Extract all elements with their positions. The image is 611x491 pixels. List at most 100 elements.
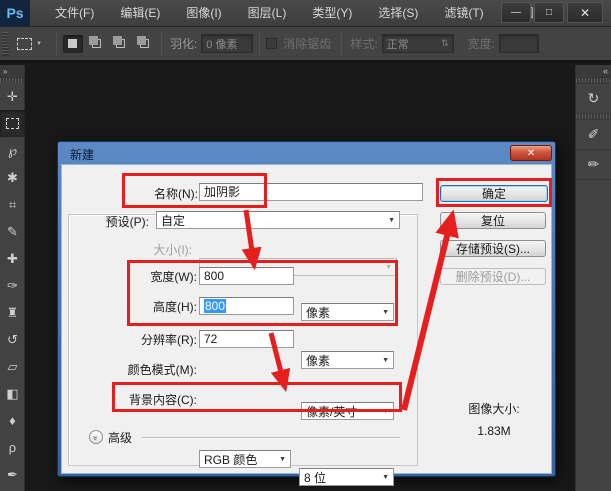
marquee-tool-icon: [17, 38, 32, 50]
name-label: 名称(N):: [118, 186, 198, 202]
add-to-selection-button[interactable]: [87, 35, 107, 53]
clone-stamp-icon: ♜: [7, 305, 19, 321]
resolution-unit-value: 像素/英寸: [306, 403, 357, 420]
image-size-value: 1.83M: [438, 424, 550, 438]
selected-text: 800: [204, 299, 226, 313]
preset-select[interactable]: 自定 ▼: [156, 211, 400, 229]
new-selection-button[interactable]: [63, 35, 83, 53]
tools-collapse-button[interactable]: »: [0, 65, 24, 78]
clone-stamp-tool[interactable]: ♜: [0, 299, 25, 326]
brush-panel-icon: ✐: [588, 126, 600, 143]
separator: [161, 32, 162, 56]
tool-options-bar: ▼ 羽化: 0 像素 消除锯齿 样式: 正常 ⇅ 宽度:: [0, 27, 611, 63]
eyedropper-tool[interactable]: ✎: [0, 218, 25, 245]
gradient-tool-icon: ◧: [6, 386, 18, 402]
healing-brush-tool[interactable]: ✚: [0, 245, 25, 272]
intersect-selection-icon: [140, 39, 149, 48]
name-input[interactable]: 加阴影: [199, 183, 423, 201]
add-to-selection-icon: [92, 39, 101, 48]
style-label: 样式:: [350, 35, 377, 52]
lasso-tool-icon: ℘: [8, 143, 17, 159]
height-label: 高度(H):: [104, 299, 197, 315]
lasso-tool[interactable]: ℘: [0, 137, 25, 164]
height-unit-select[interactable]: 像素 ▼: [301, 351, 394, 369]
color-mode-value: RGB 颜色: [204, 451, 257, 468]
maximize-button[interactable]: □: [534, 2, 564, 23]
separator: [259, 32, 260, 56]
pen-tool[interactable]: ✒: [0, 461, 25, 488]
bit-depth-select[interactable]: 8 位 ▼: [299, 468, 394, 486]
menu-layer[interactable]: 图层(L): [235, 0, 300, 27]
dock-collapse-button[interactable]: «: [576, 65, 611, 78]
rectangular-marquee-tool[interactable]: [0, 110, 25, 137]
photoshop-logo: Ps: [0, 0, 30, 27]
new-document-dialog: 新建 ✕ 名称(N): 加阴影 预设(P): 自定 ▼ 大小(I): ▼ 宽度(…: [57, 141, 556, 477]
save-preset-button[interactable]: 存储预设(S)...: [440, 240, 546, 257]
height-unit-value: 像素: [306, 352, 330, 369]
delete-preset-button: 删除预设(D)...: [440, 268, 546, 285]
color-mode-select[interactable]: RGB 颜色 ▼: [199, 450, 291, 468]
resolution-input[interactable]: 72: [199, 330, 294, 348]
menu-file[interactable]: 文件(F): [42, 0, 107, 27]
maximize-icon: □: [546, 7, 552, 18]
panel-dock: « ↻ ✐ ✏: [575, 65, 611, 491]
eyedropper-icon: ✎: [7, 224, 18, 240]
tools-panel: » ✛ ℘ ✱ ⌗ ✎ ✚ ✑ ♜ ↺ ▱ ◧ ♦ ρ ✒: [0, 65, 25, 491]
feather-input[interactable]: 0 像素: [201, 34, 253, 53]
chevron-down-icon: ▼: [385, 264, 392, 271]
close-icon: ✕: [527, 148, 535, 159]
chevron-down-icon: ▼: [36, 41, 42, 47]
preset-value: 自定: [161, 212, 185, 229]
chevron-down-icon: ▼: [279, 456, 286, 463]
chevron-down-icon: ▼: [382, 357, 389, 364]
intersect-selection-button[interactable]: [135, 35, 155, 53]
double-chevron-left-icon: «: [603, 66, 608, 76]
advanced-expander-button[interactable]: »: [89, 430, 103, 444]
subtract-from-selection-button[interactable]: [111, 35, 131, 53]
brush-presets-panel-icon: ✏: [588, 156, 600, 173]
magic-wand-tool[interactable]: ✱: [0, 164, 25, 191]
dialog-close-button[interactable]: ✕: [510, 145, 552, 161]
history-panel-button[interactable]: ↻: [576, 84, 611, 114]
advanced-label: 高级: [108, 430, 138, 446]
color-mode-label: 颜色模式(M):: [84, 362, 197, 378]
style-value: 正常: [387, 36, 409, 52]
bit-depth-value: 8 位: [304, 469, 326, 486]
height-input[interactable]: 800: [199, 297, 294, 315]
history-brush-tool[interactable]: ↺: [0, 326, 25, 353]
brush-panel-button[interactable]: ✐: [576, 120, 611, 150]
blur-tool[interactable]: ♦: [0, 407, 25, 434]
crop-tool[interactable]: ⌗: [0, 191, 25, 218]
new-selection-icon: [68, 39, 77, 48]
preset-label: 预设(P):: [78, 214, 149, 230]
minimize-button[interactable]: —: [501, 2, 531, 23]
options-bar-grip[interactable]: [2, 32, 9, 56]
dodge-tool[interactable]: ρ: [0, 434, 25, 461]
brush-presets-panel-button[interactable]: ✏: [576, 150, 611, 180]
gradient-tool[interactable]: ◧: [0, 380, 25, 407]
tool-preset-picker[interactable]: ▼: [9, 38, 50, 50]
ok-button[interactable]: 确定: [440, 185, 548, 202]
resolution-unit-select[interactable]: 像素/英寸 ▼: [301, 402, 394, 420]
chevron-down-icon: ▼: [388, 217, 395, 224]
menu-edit[interactable]: 编辑(E): [107, 0, 173, 27]
healing-brush-icon: ✚: [7, 251, 18, 267]
eraser-tool[interactable]: ▱: [0, 353, 25, 380]
close-window-button[interactable]: ✕: [567, 2, 603, 23]
reset-button[interactable]: 复位: [440, 212, 546, 229]
menu-filter[interactable]: 滤镜(T): [431, 0, 496, 27]
blur-tool-icon: ♦: [9, 413, 16, 428]
menu-image[interactable]: 图像(I): [173, 0, 234, 27]
brush-tool[interactable]: ✑: [0, 272, 25, 299]
width-label: 宽度:: [468, 35, 495, 52]
rectangular-marquee-icon: [6, 118, 19, 129]
width-unit-select[interactable]: 像素 ▼: [301, 303, 394, 321]
menu-select[interactable]: 选择(S): [365, 0, 431, 27]
width-input[interactable]: 800: [199, 267, 294, 285]
image-size-label: 图像大小:: [438, 400, 550, 417]
move-tool[interactable]: ✛: [0, 83, 25, 110]
minimize-icon: —: [511, 7, 521, 18]
menu-type[interactable]: 类型(Y): [299, 0, 365, 27]
chevron-down-icon: ▼: [382, 309, 389, 316]
width-unit-value: 像素: [306, 304, 330, 321]
